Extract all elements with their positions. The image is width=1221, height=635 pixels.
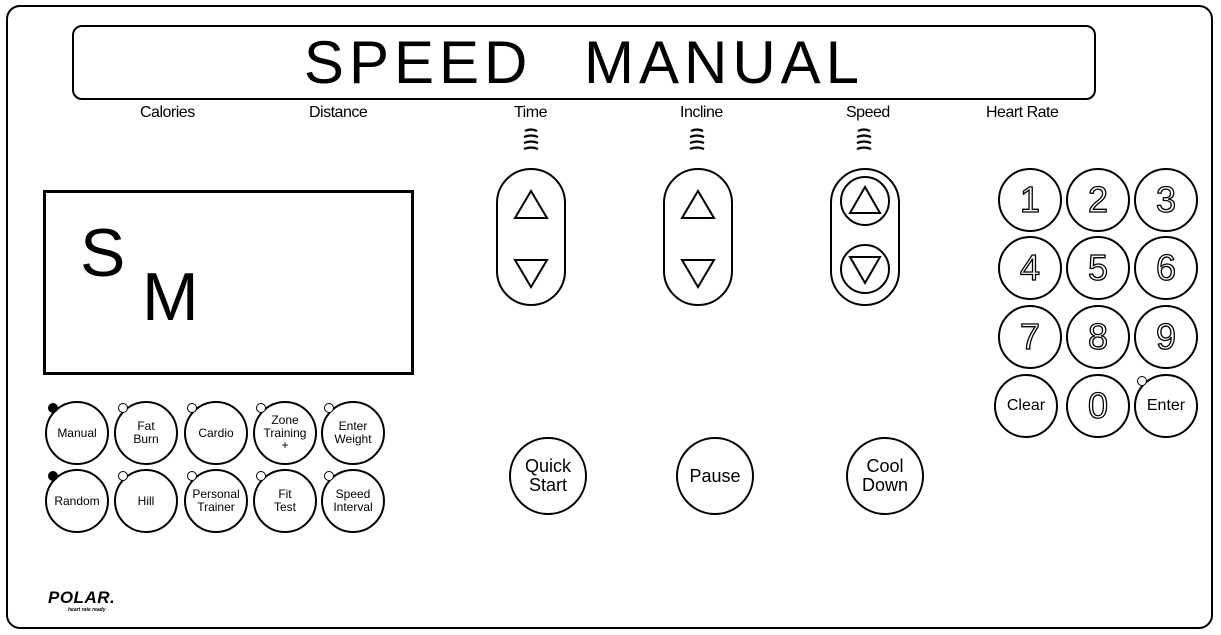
signal-bars-icon: [689, 128, 705, 151]
distance-label: Distance: [309, 104, 368, 121]
program-label: Zone Training +: [263, 413, 307, 453]
quick-start-button[interactable]: Quick Start: [509, 437, 587, 515]
speed-up-button[interactable]: [840, 176, 890, 226]
time-up-button[interactable]: [512, 188, 550, 222]
pause-label: Pause: [689, 465, 741, 486]
keypad-2-button[interactable]: 2: [1066, 168, 1130, 232]
keypad-5-button[interactable]: 5: [1066, 236, 1130, 300]
heart-rate-label: Heart Rate: [986, 104, 1059, 121]
program-cardio-led: [187, 403, 197, 413]
cool-down-label: Cool Down: [861, 456, 909, 495]
key-label: 9: [1155, 315, 1177, 357]
incline-label: Incline: [680, 104, 723, 121]
key-label: 0: [1087, 384, 1109, 426]
program-label: Fat Burn: [133, 419, 159, 446]
banner-text: SPEED MANUAL: [303, 28, 865, 96]
cool-down-button[interactable]: Cool Down: [846, 437, 924, 515]
keypad-1-button[interactable]: 1: [998, 168, 1062, 232]
triangle-down-icon: [848, 256, 882, 286]
key-label: Enter: [1146, 397, 1186, 414]
time-label: Time: [514, 104, 547, 121]
program-label: Hill: [137, 493, 155, 508]
display-bottom-letter: M: [142, 259, 199, 335]
polar-tagline: heart rate ready: [68, 607, 106, 613]
key-label: 3: [1155, 178, 1177, 220]
calories-label: Calories: [140, 104, 195, 121]
program-label: Cardio: [198, 425, 234, 440]
program-hill-led: [118, 471, 128, 481]
key-label: 1: [1019, 178, 1041, 220]
program-personal-trainer-led: [187, 471, 197, 481]
incline-up-button[interactable]: [679, 188, 717, 222]
program-label: Random: [54, 493, 100, 508]
quick-start-label: Quick Start: [524, 456, 571, 495]
triangle-up-icon: [848, 184, 882, 214]
key-label: 2: [1087, 178, 1109, 220]
incline-rocker: [663, 168, 733, 306]
keypad-9-button[interactable]: 9: [1134, 305, 1198, 369]
key-label: 4: [1019, 246, 1041, 288]
program-label: Personal Trainer: [192, 487, 240, 514]
program-label: Enter Weight: [334, 419, 372, 446]
display-top-letter: S: [80, 215, 126, 291]
program-speed-interval-led: [324, 471, 334, 481]
pause-button[interactable]: Pause: [676, 437, 754, 515]
keypad-0-button[interactable]: 0: [1066, 374, 1130, 438]
program-fat-burn-led: [118, 403, 128, 413]
keypad-clear-button[interactable]: Clear: [994, 374, 1058, 438]
program-zone-training-led: [256, 403, 266, 413]
keypad-6-button[interactable]: 6: [1134, 236, 1198, 300]
polar-logo: POLAR.: [48, 588, 116, 607]
keypad-8-button[interactable]: 8: [1066, 305, 1130, 369]
program-label: Fit Test: [273, 487, 296, 514]
enter-led: [1137, 376, 1147, 386]
incline-down-button[interactable]: [679, 256, 717, 290]
key-label: 7: [1019, 315, 1041, 357]
keypad-4-button[interactable]: 4: [998, 236, 1062, 300]
signal-bars-icon: [523, 128, 539, 151]
program-random-led: [48, 471, 58, 481]
key-label: 8: [1087, 315, 1109, 357]
time-rocker: [496, 168, 566, 306]
program-fit-test-led: [256, 471, 266, 481]
key-label: 6: [1155, 246, 1177, 288]
keypad-3-button[interactable]: 3: [1134, 168, 1198, 232]
speed-label: Speed: [846, 104, 890, 121]
key-label: Clear: [1006, 397, 1046, 414]
program-label: Manual: [57, 425, 97, 440]
time-down-button[interactable]: [512, 256, 550, 290]
signal-bars-icon: [856, 128, 872, 151]
program-manual-led: [48, 403, 58, 413]
key-label: 5: [1087, 246, 1109, 288]
message-banner: SPEED MANUAL: [72, 25, 1096, 100]
program-display: S M: [43, 190, 414, 375]
keypad-7-button[interactable]: 7: [998, 305, 1062, 369]
program-label: Speed Interval: [333, 487, 373, 514]
speed-down-button[interactable]: [840, 244, 890, 294]
speed-rocker: [830, 168, 900, 306]
program-enter-weight-led: [324, 403, 334, 413]
